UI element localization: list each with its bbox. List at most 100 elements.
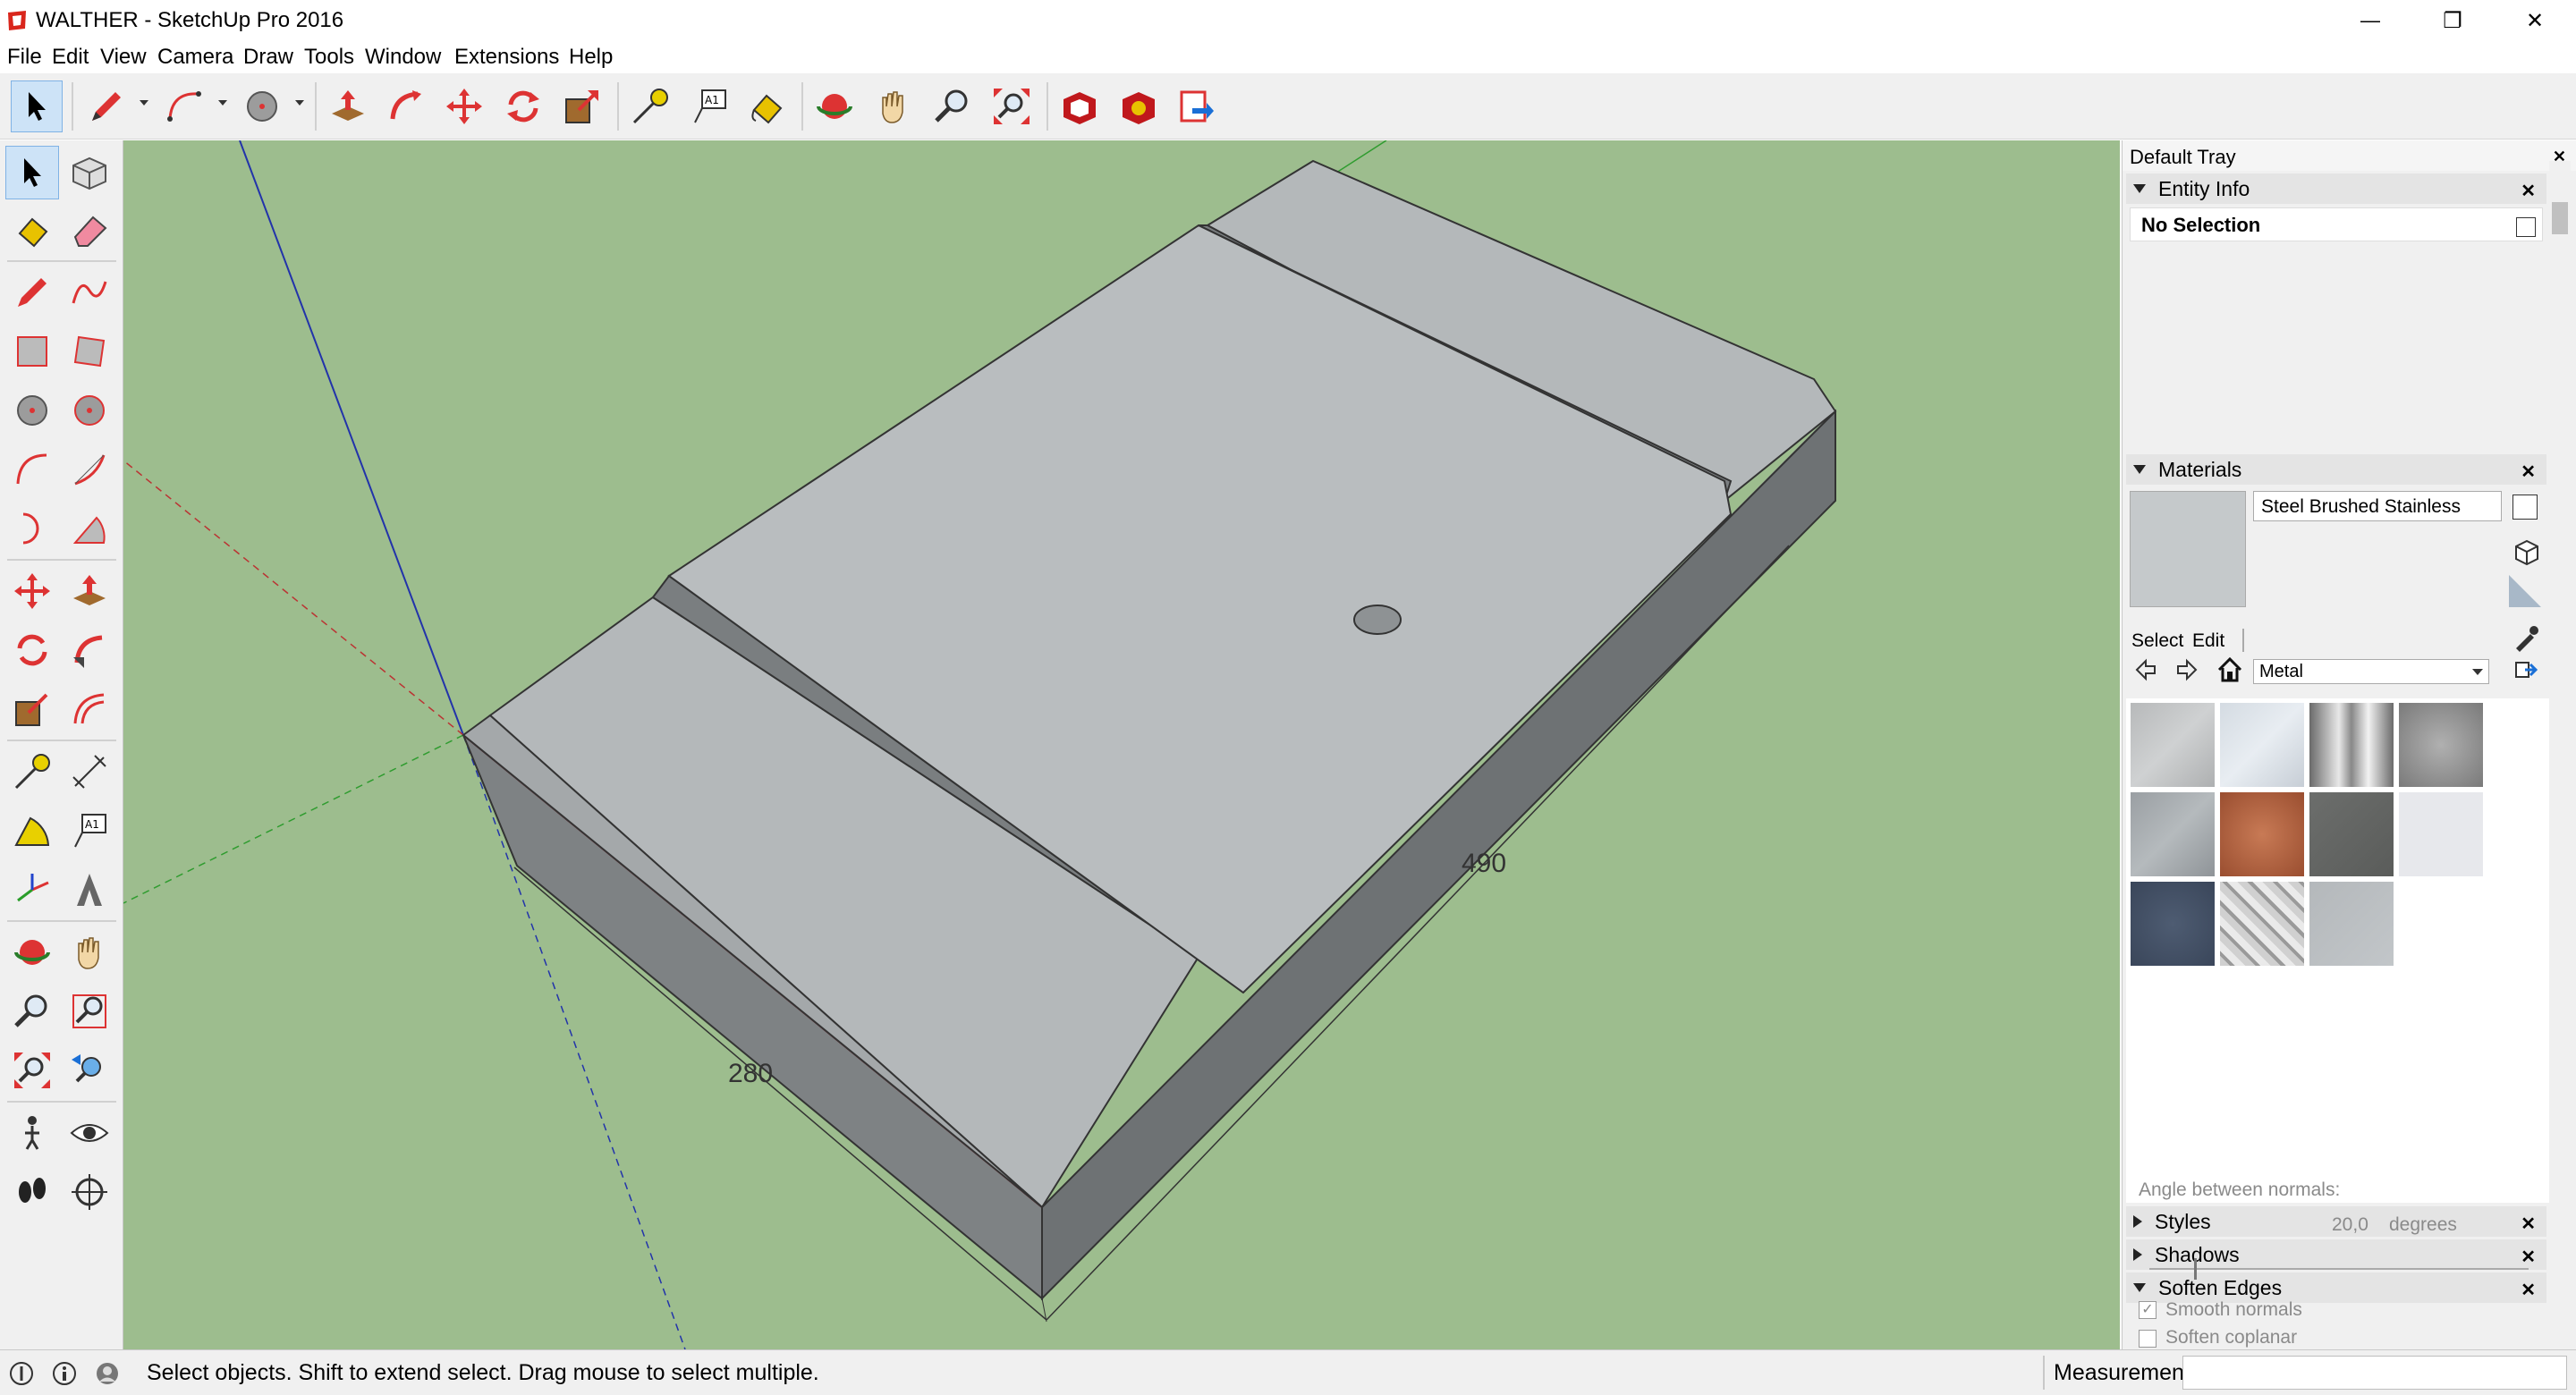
material-swatch[interactable] [2309,702,2394,788]
make-component-tool[interactable] [63,146,116,199]
protractor-tool[interactable] [5,804,59,858]
menu-help[interactable]: Help [569,45,613,70]
section-plane-tool[interactable] [63,1165,116,1219]
orbit-tool-button[interactable] [809,80,860,132]
material-swatch[interactable] [2130,791,2216,877]
zoom-window-tool[interactable] [63,985,116,1038]
line-tool[interactable] [5,266,59,319]
material-swatch[interactable] [2130,881,2216,967]
follow-me-tool-button[interactable] [379,80,431,132]
soften-edges-close-icon[interactable]: ✕ [2521,1279,2536,1301]
material-swatch[interactable] [2309,881,2394,967]
2-point-arc-tool[interactable] [63,443,116,496]
dimension-label-length[interactable]: 490 [1462,849,1506,878]
text-tool-button[interactable]: A1 [683,80,735,132]
angle-slider-track[interactable] [2149,1268,2529,1270]
tape-measure-tool-button[interactable] [624,80,676,132]
3d-warehouse-button[interactable] [1054,80,1106,132]
scale-tool-button[interactable] [556,80,608,132]
default-material-icon[interactable] [2507,573,2543,609]
material-swatch[interactable] [2398,791,2484,877]
menu-draw[interactable]: Draw [243,45,293,70]
material-swatch[interactable] [2398,702,2484,788]
send-to-layout-button[interactable] [1170,80,1222,132]
materials-close-icon[interactable]: ✕ [2521,461,2536,483]
push-pull-tool-button[interactable] [322,80,374,132]
shadows-close-icon[interactable]: ✕ [2521,1246,2536,1268]
polygon-tool[interactable] [63,384,116,437]
pan-tool[interactable] [63,926,116,979]
tape-measure-tool[interactable] [5,745,59,799]
zoom-tool-button[interactable] [927,80,979,132]
geo-location-icon[interactable] [9,1361,34,1386]
scale-tool[interactable] [5,682,59,736]
material-swatch[interactable] [2219,881,2305,967]
position-camera-tool[interactable] [5,1106,59,1160]
move-tool[interactable] [5,564,59,618]
tray-scrollbar[interactable] [2549,161,2571,1341]
rotated-rectangle-tool[interactable] [63,325,116,378]
display-secondary-pane-icon[interactable] [2512,495,2538,520]
rectangle-tool[interactable] [5,325,59,378]
close-button[interactable]: ✕ [2494,0,2576,41]
materials-header[interactable]: Materials ✕ [2126,454,2546,485]
material-swatch[interactable] [2219,702,2305,788]
3-point-arc-tool[interactable] [5,502,59,555]
rotate-tool-button[interactable] [497,80,549,132]
info-icon[interactable] [52,1361,77,1386]
menu-file[interactable]: File [7,45,42,70]
paint-bucket-tool[interactable] [5,203,59,257]
material-swatch[interactable] [2309,791,2394,877]
model-viewport[interactable]: 280 490 [123,140,2120,1349]
menu-extensions[interactable]: Extensions [454,45,559,70]
styles-close-icon[interactable]: ✕ [2521,1213,2536,1235]
sample-paint-icon[interactable] [2512,623,2541,652]
pencil-tool-button[interactable] [80,80,132,132]
angle-slider-thumb[interactable] [2194,1258,2197,1280]
text-tool[interactable]: A1 [63,804,116,858]
details-arrow-icon[interactable] [2512,657,2538,682]
create-material-icon[interactable] [2512,537,2541,566]
maximize-button[interactable]: ❐ [2411,0,2494,41]
select-tool[interactable] [5,146,59,199]
axes-tool[interactable] [5,863,59,917]
back-arrow-icon[interactable] [2133,657,2158,682]
library-dropdown[interactable]: Metal [2253,659,2489,684]
zoom-tool[interactable] [5,985,59,1038]
zoom-extents-tool-button[interactable] [986,80,1038,132]
3d-text-tool[interactable] [63,863,116,917]
material-name-input[interactable]: Steel Brushed Stainless [2253,491,2502,521]
previous-view-tool[interactable] [63,1044,116,1097]
paint-bucket-tool-button[interactable] [741,80,792,132]
forward-arrow-icon[interactable] [2174,657,2199,682]
details-toggle-icon[interactable] [2516,217,2536,237]
soften-coplanar-checkbox[interactable] [2139,1330,2157,1348]
pie-tool[interactable] [63,502,116,555]
offset-tool[interactable] [63,682,116,736]
arc-tool[interactable] [5,443,59,496]
dimension-tool[interactable] [63,745,116,799]
measurements-input[interactable] [2182,1356,2567,1390]
push-pull-tool[interactable] [63,564,116,618]
select-tab[interactable]: Select [2131,630,2183,652]
circle-tool-button[interactable] [236,80,288,132]
rotate-tool[interactable] [5,623,59,677]
shadows-header[interactable]: Shadows ✕ [2126,1239,2546,1270]
smooth-normals-checkbox[interactable]: ✓ [2139,1301,2157,1319]
zoom-extents-tool[interactable] [5,1044,59,1097]
material-swatch[interactable] [2219,791,2305,877]
entity-info-close-icon[interactable]: ✕ [2521,180,2536,202]
entity-info-header[interactable]: Entity Info ✕ [2126,173,2546,204]
menu-edit[interactable]: Edit [52,45,89,70]
menu-camera[interactable]: Camera [157,45,233,70]
soften-edges-header[interactable]: Soften Edges ✕ [2126,1272,2546,1303]
user-account-icon[interactable] [95,1361,120,1386]
look-around-tool[interactable] [63,1106,116,1160]
circle-tool[interactable] [5,384,59,437]
orbit-tool[interactable] [5,926,59,979]
minimize-button[interactable]: — [2329,0,2411,41]
edit-tab[interactable]: Edit [2192,630,2224,652]
material-swatch[interactable] [2130,702,2216,788]
walk-tool[interactable] [5,1165,59,1219]
follow-me-tool[interactable] [63,623,116,677]
